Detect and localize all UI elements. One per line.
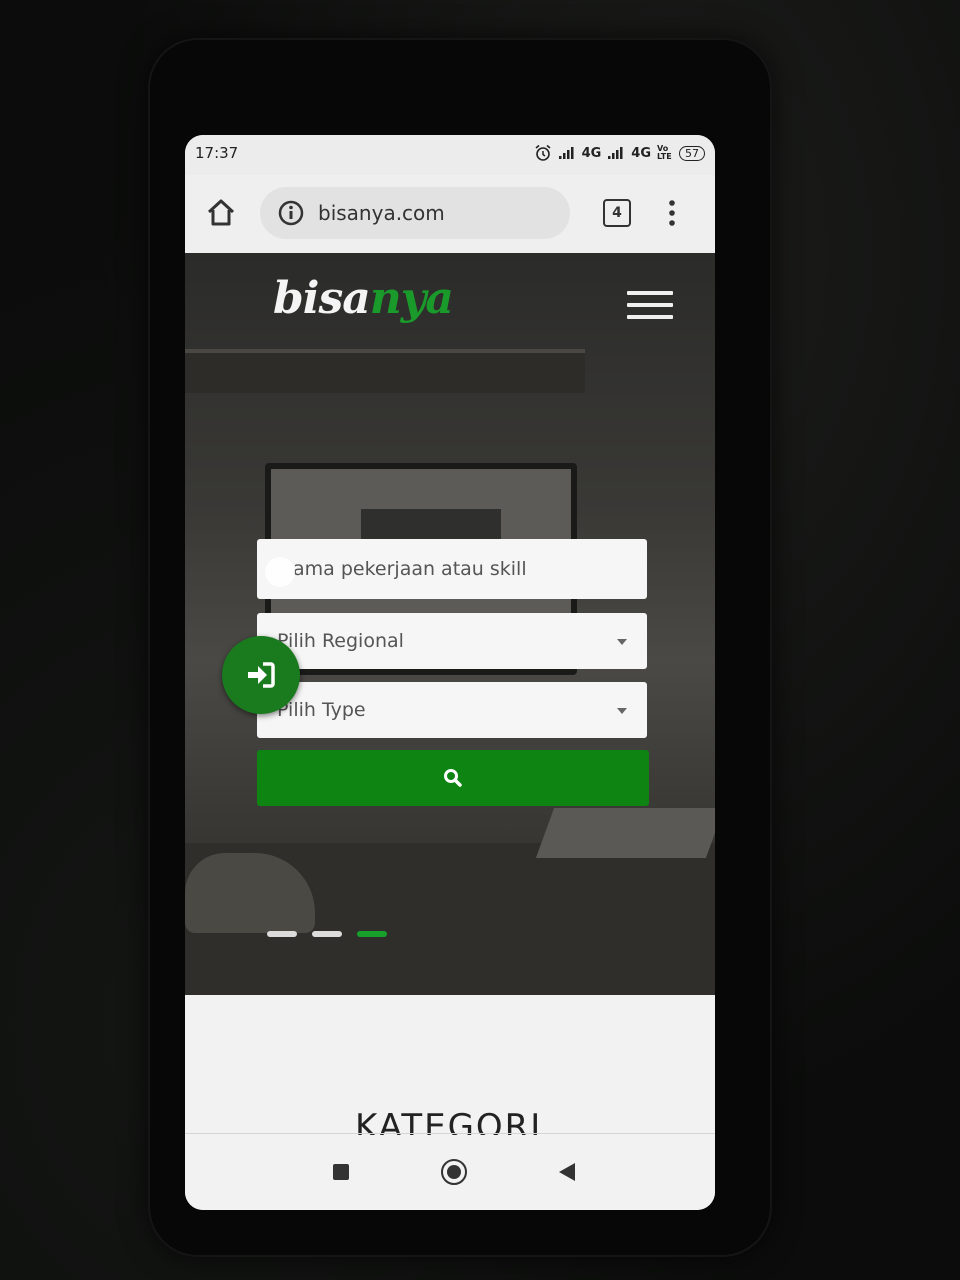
content-section: KATEGORI [185,995,715,1135]
network-label-2: 4G [631,145,651,161]
url-text[interactable]: bisanya.com [318,201,445,225]
home-circle-icon[interactable] [441,1159,467,1185]
region-select-label: Pilih Regional [277,630,404,652]
search-icon [444,769,462,787]
battery-icon: 57 [679,145,705,161]
network-label-1: 4G [581,145,602,161]
address-bar[interactable]: bisanya.com [260,187,570,239]
info-icon[interactable] [278,200,304,230]
status-bar: 17:37 4G 4G Vo LTE 57 [185,135,715,175]
hamburger-menu-icon[interactable] [627,291,673,323]
carousel-indicators [267,931,387,937]
search-button[interactable] [257,750,649,806]
home-icon[interactable] [205,197,237,229]
type-select-label: Pilih Type [277,699,366,721]
logo-text-bisa: bisa [273,273,371,324]
system-nav-bar [185,1135,715,1210]
skill-search-text: ama pekerjaan atau skill [293,558,527,580]
carousel-dot-active[interactable] [357,931,387,937]
hero-photo-laptop [535,808,715,858]
recent-apps-icon[interactable] [333,1164,349,1180]
touch-indicator [265,557,295,587]
status-time: 17:37 [195,144,239,162]
login-icon [248,662,275,688]
divider [185,1133,715,1134]
browser-toolbar: bisanya.com 4 [185,175,715,253]
chevron-down-icon [617,639,627,645]
hero-photo-shelf-shadow [185,353,585,393]
carousel-dot[interactable] [312,931,342,937]
section-title: KATEGORI [355,1107,543,1135]
carousel-dot[interactable] [267,931,297,937]
volte-icon: Vo LTE [657,144,672,161]
skill-search-input[interactable]: ama pekerjaan atau skill [257,539,647,599]
region-select[interactable]: Pilih Regional [257,613,647,669]
signal-icon [607,146,625,160]
hero-banner: bisanya ama pekerjaan atau skill Pilih R… [185,253,715,995]
type-select[interactable]: Pilih Type [257,682,647,738]
tabs-icon[interactable]: 4 [603,199,631,227]
login-button[interactable] [222,636,300,714]
back-icon[interactable] [557,1161,577,1187]
alarm-icon [534,144,552,162]
phone-screen: 17:37 4G 4G Vo LTE 57 bisanya.com 4 bisa… [185,135,715,1210]
signal-icon [558,146,576,160]
status-icons: 4G 4G Vo LTE 57 [534,144,705,162]
menu-dots-icon[interactable] [667,199,677,231]
site-logo[interactable]: bisanya [273,273,454,324]
chevron-down-icon [617,708,627,714]
logo-text-nya: nya [369,273,454,324]
